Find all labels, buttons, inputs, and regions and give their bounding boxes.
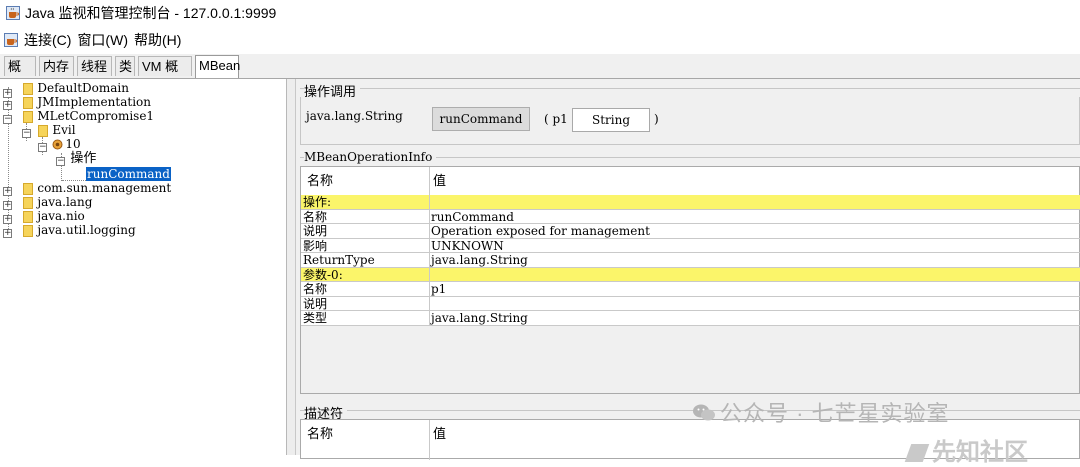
table-row[interactable]: 说明 Operation exposed for management (301, 224, 1080, 239)
folder-icon (23, 82, 34, 95)
window-title: Java 监视和管理控制台 - 127.0.0.1:9999 (25, 5, 277, 21)
mbean-tree[interactable]: + DefaultDomain + JMImplementation − MLe… (0, 79, 287, 455)
watermark: 公众号 · 七芒星实验室 (692, 396, 950, 428)
tree-node-evil[interactable]: − Evil (22, 123, 76, 138)
xz-logo-icon (904, 444, 930, 462)
table-row[interactable]: 说明 (301, 297, 1080, 311)
table-row[interactable]: 影响 UNKNOWN (301, 239, 1080, 253)
table-row[interactable]: 参数-0: (301, 267, 1080, 282)
folder-icon (23, 182, 34, 195)
run-command-button[interactable]: runCommand (432, 107, 530, 131)
tab-threads[interactable]: 线程 (77, 56, 112, 76)
split-pane-divider[interactable] (287, 79, 296, 455)
folder-icon (23, 196, 34, 209)
folder-icon (23, 96, 34, 109)
collapse-icon[interactable]: − (56, 157, 65, 166)
operation-info-table: 名称 值 操作: 名称 runCommand 说明 Operation expose… (300, 166, 1080, 394)
folder-icon (23, 210, 34, 223)
tree-node-runcommand[interactable]: runCommand (86, 167, 171, 181)
collapse-icon[interactable]: − (3, 115, 12, 124)
tab-classes[interactable]: 类 (115, 56, 135, 76)
tree-node-com-sun-management[interactable]: + com.sun.management (3, 181, 171, 196)
table-row[interactable]: 类型 java.lang.String (301, 311, 1080, 326)
java-coffee-icon (6, 6, 20, 20)
tree-node-java-nio[interactable]: + java.nio (3, 209, 85, 224)
menu-window[interactable]: 窗口(W) (77, 30, 128, 50)
tree-node-mletcompromise1[interactable]: − MLetCompromise1 (3, 109, 154, 124)
column-header-value: 值 (433, 426, 447, 441)
expand-icon[interactable]: + (3, 229, 12, 238)
group-border (300, 410, 1080, 411)
column-header-value: 值 (433, 173, 447, 188)
column-header-name: 名称 (307, 426, 334, 441)
menu-bar: 连接(C) 窗口(W) 帮助(H) (0, 28, 1080, 52)
param-open-label: ( p1 (544, 112, 568, 126)
param-close-label: ) (654, 112, 659, 126)
table-row[interactable]: ReturnType java.lang.String (301, 253, 1080, 268)
tree-node-10[interactable]: − 10 (38, 137, 81, 152)
group-border (300, 88, 1080, 89)
collapse-icon[interactable]: − (22, 129, 31, 138)
bean-icon (52, 139, 63, 150)
wechat-icon (693, 404, 715, 421)
watermark-secondary: 先知社区 (904, 432, 1028, 467)
folder-icon (38, 124, 49, 137)
title-bar: Java 监视和管理控制台 - 127.0.0.1:9999 (0, 0, 1080, 26)
folder-icon (23, 224, 34, 237)
table-row[interactable]: 名称 p1 (301, 282, 1080, 297)
table-row[interactable]: 操作: (301, 195, 1080, 210)
tree-node-defaultdomain[interactable]: + DefaultDomain (3, 81, 129, 98)
folder-icon (23, 110, 34, 123)
tab-vm-summary[interactable]: VM 概要 (138, 56, 192, 94)
info-section-title: MBeanOperationInfo (304, 150, 437, 164)
menu-connect[interactable]: 连接(C) (24, 30, 71, 50)
table-row[interactable]: 名称 runCommand (301, 210, 1080, 224)
menu-help[interactable]: 帮助(H) (134, 30, 181, 50)
column-header-name: 名称 (307, 173, 334, 188)
param-p1-input[interactable]: String (572, 108, 650, 132)
mbean-detail-panel: 操作调用 java.lang.String runCommand ( p1 St… (296, 79, 1080, 460)
tree-node-jmimplementation[interactable]: + JMImplementation (3, 95, 151, 110)
tab-bar: 概览 内存 线程 类 VM 概要 MBean (0, 54, 1080, 94)
return-type-label: java.lang.String (306, 109, 403, 123)
operation-group-box (300, 97, 1080, 145)
tab-mbean[interactable]: MBean (195, 55, 240, 78)
tab-overview[interactable]: 概览 (4, 56, 36, 94)
tree-node-java-util-logging[interactable]: + java.util.logging (3, 223, 136, 238)
tab-memory[interactable]: 内存 (39, 56, 74, 76)
column-divider (429, 420, 430, 460)
tree-node-java-lang[interactable]: + java.lang (3, 195, 92, 210)
tree-node-operations[interactable]: − 操作 (56, 151, 96, 166)
java-coffee-icon (4, 33, 18, 47)
collapse-icon[interactable]: − (38, 143, 47, 152)
column-divider (429, 195, 430, 326)
table-empty-area (301, 326, 1079, 393)
